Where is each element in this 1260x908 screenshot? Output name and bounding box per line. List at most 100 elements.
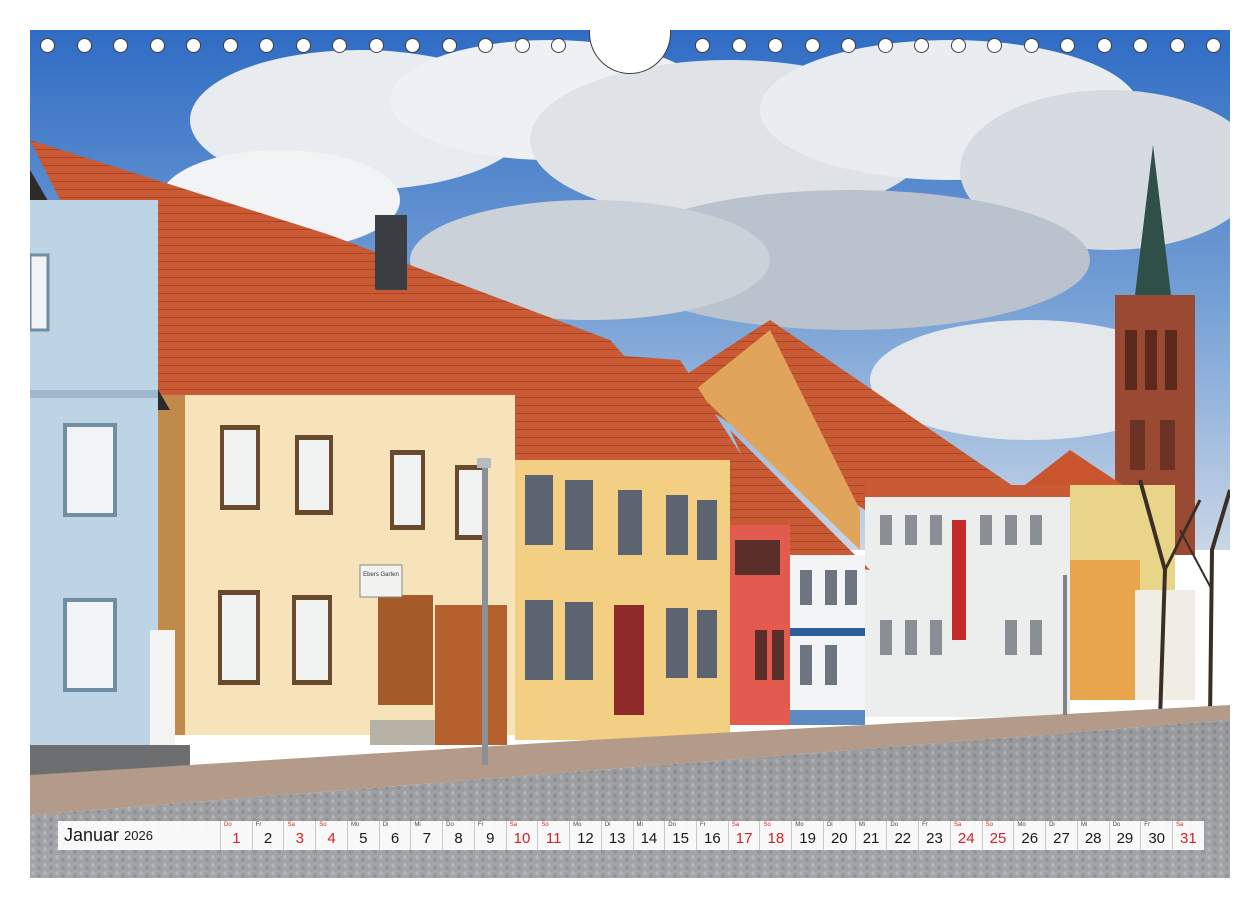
day-number: 2	[263, 830, 273, 847]
day-number: 6	[390, 830, 400, 847]
binding-hole	[768, 38, 783, 53]
binding-hole	[113, 38, 128, 53]
binding-hole	[1133, 38, 1148, 53]
binding-hole	[149, 38, 165, 53]
binding-hole	[186, 38, 201, 53]
day-number: 21	[862, 830, 880, 847]
weekday-label: So	[319, 822, 327, 828]
day-number: 25	[989, 830, 1007, 847]
day-number: 28	[1084, 830, 1102, 847]
binding-hole	[1096, 38, 1112, 53]
day-number: 14	[640, 830, 658, 847]
weekday-label: Sa	[287, 822, 295, 828]
weekday-label: So	[541, 822, 549, 828]
weekday-label: Mo	[795, 822, 804, 828]
day-cell: Di 6	[378, 821, 411, 850]
day-cell: Mo 26	[1013, 821, 1045, 850]
weekday-label: Sa	[953, 822, 962, 828]
binding-hole	[1206, 38, 1221, 53]
binding-hole	[514, 38, 530, 53]
day-number: 9	[486, 830, 495, 847]
day-strip: Do 1 Fr 2 Sa 3 So 4 Mo 5 Di 6 Mi 7 Do 8 Fr 9 Sa 10 So 11 Mo 12 D…	[220, 821, 1204, 850]
day-cell: Fr 30	[1140, 821, 1172, 850]
day-cell: Sa 24	[949, 821, 982, 850]
day-number: 24	[957, 830, 975, 847]
binding-hole	[841, 38, 856, 53]
binding-hole	[332, 38, 347, 53]
day-number: 10	[513, 830, 531, 847]
weekday-label: Sa	[1176, 822, 1184, 828]
weekday-label: Mi	[1080, 822, 1088, 828]
binding-hole	[478, 38, 493, 53]
day-cell: Fr 9	[473, 821, 506, 850]
day-cell: Do 8	[442, 821, 474, 850]
day-number: 26	[1021, 830, 1039, 847]
binding-hole	[222, 38, 238, 53]
day-cell: So 4	[315, 821, 347, 850]
day-cell: Sa 10	[505, 821, 538, 850]
day-cell: Di 13	[600, 821, 633, 850]
weekday-label: Fr	[477, 822, 484, 828]
shop-sign-text: Ebers Garten	[363, 572, 399, 578]
weekday-label: Mi	[858, 822, 866, 828]
month-name: Januar	[64, 825, 120, 845]
day-cell: Di 20	[822, 821, 855, 850]
day-cell: Fr 23	[918, 821, 950, 850]
binding-hole	[987, 38, 1002, 53]
day-number: 22	[894, 830, 912, 847]
weekday-label: Fr	[255, 822, 262, 828]
day-number: 20	[830, 830, 848, 847]
day-cell: Mo 5	[346, 821, 379, 850]
day-number: 23	[926, 830, 943, 847]
day-cell: So 11	[537, 821, 569, 850]
day-number: 16	[704, 830, 721, 847]
day-number: 3	[295, 830, 304, 847]
binding-hole	[405, 38, 420, 53]
weekday-label: Fr	[700, 822, 706, 828]
weekday-label: Sa	[731, 822, 740, 828]
day-cell: Do 29	[1108, 821, 1141, 850]
day-cell: Mi 14	[632, 821, 665, 850]
binding-hole	[804, 38, 820, 53]
binding-hole	[877, 38, 893, 53]
binding-hole	[295, 38, 311, 53]
weekday-label: Mi	[636, 822, 643, 828]
day-cell: Mi 28	[1076, 821, 1109, 850]
weekday-label: Fr	[1144, 822, 1150, 828]
day-cell: Mo 12	[569, 821, 601, 850]
binding-hole	[368, 38, 384, 53]
weekday-label: Fr	[922, 822, 928, 828]
day-cell: Sa 31	[1172, 821, 1204, 850]
day-number: 12	[577, 830, 594, 847]
day-cell: Mi 21	[854, 821, 887, 850]
weekday-label: Mo	[1017, 822, 1026, 828]
binding-hole	[1060, 38, 1075, 53]
day-number: 29	[1116, 830, 1134, 847]
day-number: 30	[1148, 830, 1165, 847]
day-number: 13	[608, 830, 626, 847]
day-number: 1	[232, 830, 241, 847]
day-cell: Sa 3	[283, 821, 315, 850]
weekday-label: Sa	[509, 822, 517, 828]
weekday-label: Do	[1112, 822, 1121, 828]
shop-sign	[359, 564, 403, 598]
weekday-label: Di	[382, 822, 389, 828]
binding-hole	[259, 38, 274, 53]
day-cell: So 25	[981, 821, 1014, 850]
year-label: 2026	[124, 828, 153, 843]
month-label: Januar 2026	[58, 821, 220, 850]
binding-hole	[1023, 38, 1039, 53]
day-number: 27	[1053, 830, 1070, 847]
weekday-label: Mo	[350, 822, 360, 828]
binding-hole	[40, 38, 55, 53]
day-number: 11	[545, 830, 562, 847]
weekday-label: Di	[826, 822, 833, 828]
street-scene: Ebers Garten	[30, 30, 1230, 878]
weekday-label: Do	[224, 822, 232, 828]
day-cell: Do 1	[220, 821, 252, 850]
binding-hole	[731, 38, 747, 53]
calendar-bar: Januar 2026 Do 1 Fr 2 Sa 3 So 4 Mo 5 Di 6 Mi 7 Do 8 Fr 9 S…	[58, 821, 1204, 850]
weekday-label: Mo	[573, 822, 582, 828]
binding-hole	[441, 38, 457, 53]
day-cell: So 18	[759, 821, 791, 850]
